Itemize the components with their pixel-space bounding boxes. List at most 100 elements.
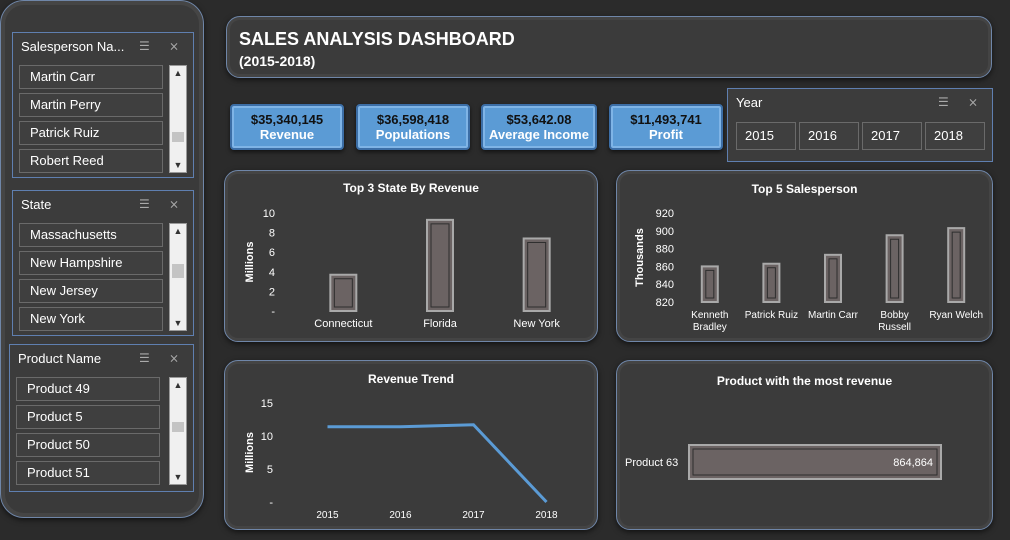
y-tick-label: 2 [269,286,275,298]
scroll-up-icon[interactable]: ▲ [170,66,186,80]
kpi-value: $35,340,145 [250,112,324,127]
kpi-label: Revenue [259,127,315,142]
multi-select-icon[interactable]: ☰ [139,351,155,365]
top-states-chart: - 2 4 6 8 10 Millions Connecticut Florida New Yor… [244,208,560,330]
revenue-trend-chart: - 5 10 15 Millions 2015 2016 2017 2018 [244,398,558,521]
x-tick-label: Ryan Welch [929,310,983,321]
y-tick-label: 5 [267,464,273,476]
y-tick-label: 10 [261,431,273,443]
y-tick-label: 880 [656,244,674,256]
clear-filter-icon[interactable]: ⨯ [169,197,185,211]
multi-select-icon[interactable]: ☰ [139,197,155,211]
top-states-chart-panel: Top 3 State By Revenue -2 4 6 8 10 Millions Co… [224,170,598,342]
bar [762,262,781,304]
slicer-item[interactable]: Product 5 [16,405,160,429]
y-axis-label: Millions [244,242,256,283]
product-slicer-header: Product Name [18,351,102,366]
kpi-revenue: $35,340,145 Revenue [230,104,344,150]
page-title: SALES ANALYSIS DASHBOARD [239,29,515,49]
y-tick-label: 840 [656,279,674,291]
state-slicer-header: State [21,197,52,212]
y-tick-label: 6 [269,247,275,259]
year-slicer-header: Year [736,95,763,110]
kpi-value: $36,598,418 [376,112,450,127]
x-tick-label: 2015 [316,510,339,521]
y-tick-label: Product 63 [625,457,678,469]
year-button-2017[interactable]: 2017 [862,122,922,150]
scroll-down-icon[interactable]: ▼ [170,316,186,330]
x-tick-label: Martin Carr [808,310,859,321]
scroll-down-icon[interactable]: ▼ [170,470,186,484]
kpi-populations: $36,598,418 Populations [356,104,470,150]
x-tick-label: New York [513,318,560,330]
x-tick-label: Patrick Ruiz [745,310,798,321]
slicer-item[interactable]: Martin Carr [19,65,163,89]
kpi-label: Populations [375,127,451,142]
y-tick-label: 920 [656,208,674,220]
slicer-scrollbar[interactable]: ▲ ▼ [169,223,187,331]
slicer-item[interactable]: New York [19,307,163,331]
top-product-chart-panel: Product with the most revenue Product 63… [616,360,993,530]
y-tick-label: 15 [261,398,273,410]
multi-select-icon[interactable]: ☰ [139,39,155,53]
title-banner: SALES ANALYSIS DASHBOARD (2015-2018) [226,16,992,78]
y-tick-label: 820 [656,297,674,309]
salesperson-slicer-header: Salesperson Na... [21,39,125,54]
slicer-item[interactable]: Robert Reed [19,149,163,173]
y-tick-label: 4 [269,267,275,279]
kpi-average-income: $53,642.08 Average Income [481,104,597,150]
top-product-chart: Product 63 864,864 [625,444,942,480]
slicer-item[interactable]: New Jersey [19,279,163,303]
x-tick-label: 2018 [535,510,558,521]
slicer-scrollbar[interactable]: ▲ ▼ [169,377,187,485]
scroll-up-icon[interactable]: ▲ [170,378,186,392]
slicer-item[interactable]: Patrick Ruiz [19,121,163,145]
y-axis-label: Thousands [634,228,646,287]
slicer-scrollbar[interactable]: ▲ ▼ [169,65,187,173]
year-button-2016[interactable]: 2016 [799,122,859,150]
clear-filter-icon[interactable]: ⨯ [968,95,984,109]
year-button-2015[interactable]: 2015 [736,122,796,150]
top-salesperson-chart-panel: Top 5 Salesperson 820 840 860 880 900 920 Thou… [616,170,993,342]
bar [885,234,904,303]
year-slicer: Year ☰ ⨯ 2015 2016 2017 2018 [727,88,993,162]
x-tick-label: Russell [878,322,911,333]
slicer-sidebar: Salesperson Na... ☰ ⨯ Martin Carr Martin… [0,0,204,518]
x-tick-label: Bradley [693,322,727,333]
x-tick-label: Florida [423,318,458,330]
y-axis-label: Millions [244,432,256,473]
bar [824,253,842,303]
scroll-thumb[interactable] [172,132,184,142]
y-tick-label: - [271,306,275,318]
x-tick-label: 2016 [389,510,412,521]
scroll-thumb[interactable] [172,264,184,278]
clear-filter-icon[interactable]: ⨯ [169,39,185,53]
kpi-value: $53,642.08 [506,112,572,127]
scroll-thumb[interactable] [172,422,184,432]
y-tick-label: 900 [656,226,674,238]
kpi-profit: $11,493,741 Profit [609,104,723,150]
year-button-2018[interactable]: 2018 [925,122,985,150]
top-salesperson-chart: 820 840 860 880 900 920 Thousands KennethBradle… [634,208,983,333]
slicer-item[interactable]: Massachusetts [19,223,163,247]
series-line [327,423,548,504]
revenue-trend-chart-panel: Revenue Trend -5 10 15 Millions 2015 2016 2017… [224,360,598,530]
slicer-item[interactable]: Product 51 [16,461,160,485]
kpi-value: $11,493,741 [630,112,702,127]
kpi-label: Profit [649,127,683,142]
slicer-item[interactable]: Product 50 [16,433,160,457]
scroll-up-icon[interactable]: ▲ [170,224,186,238]
y-tick-label: 860 [656,261,674,273]
bar [700,265,719,303]
clear-filter-icon[interactable]: ⨯ [169,351,185,365]
x-tick-label: Bobby [880,310,908,321]
y-tick-label: 8 [269,228,275,240]
slicer-item[interactable]: Product 49 [16,377,160,401]
scroll-down-icon[interactable]: ▼ [170,158,186,172]
y-tick-label: 10 [263,208,275,220]
slicer-item[interactable]: New Hampshire [19,251,163,275]
multi-select-icon[interactable]: ☰ [938,95,954,109]
bar [947,227,966,304]
slicer-item[interactable]: Martin Perry [19,93,163,117]
x-tick-label: Kenneth [691,310,728,321]
